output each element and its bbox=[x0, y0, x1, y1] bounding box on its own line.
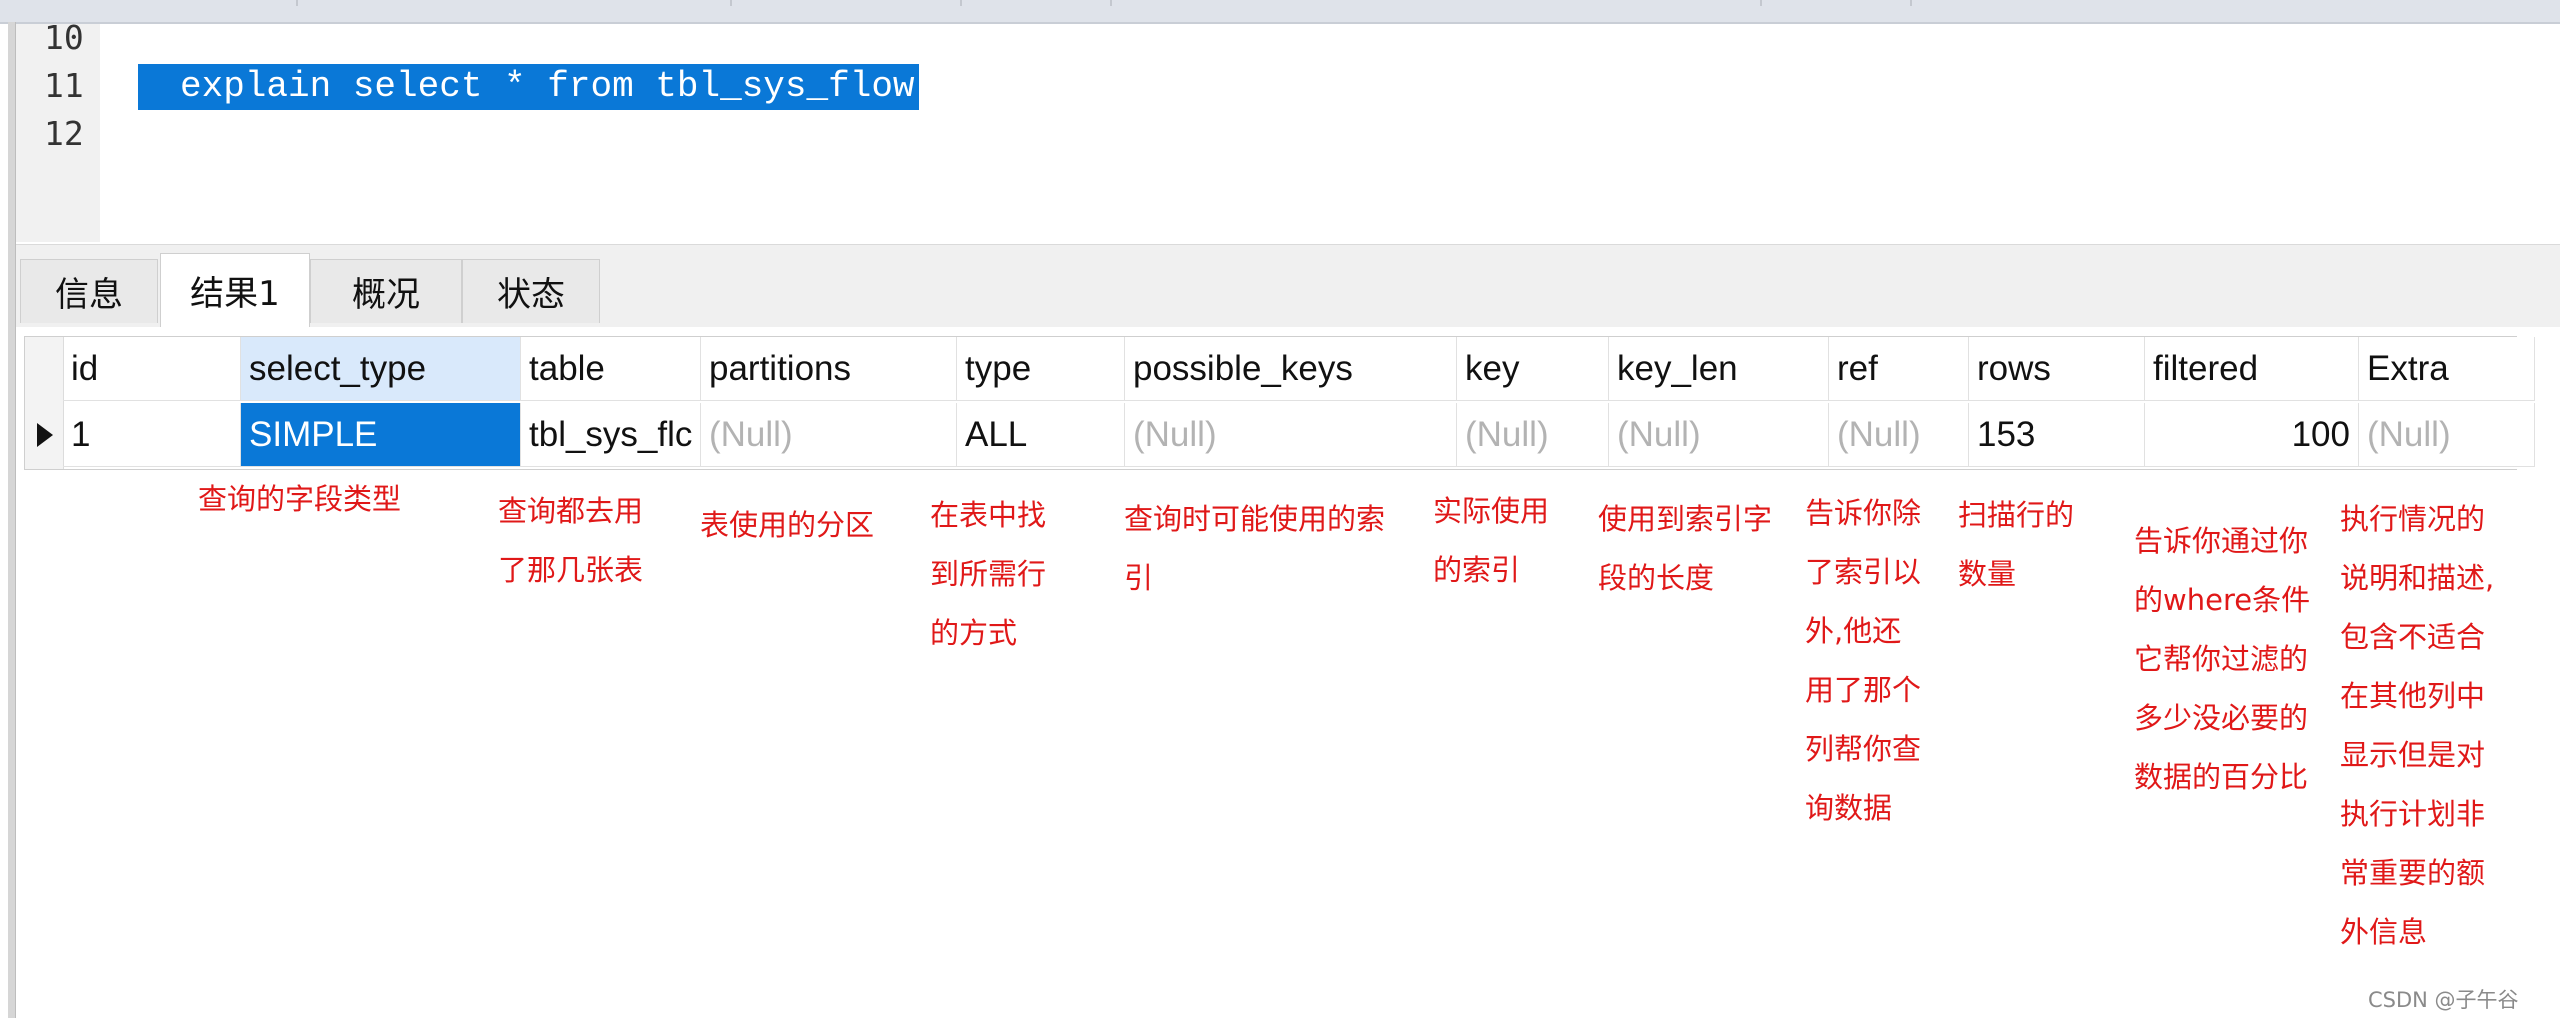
cell-possible-keys[interactable]: (Null) bbox=[1125, 403, 1457, 467]
column-header-select-type[interactable]: select_type bbox=[241, 337, 521, 401]
cell-partitions[interactable]: (Null) bbox=[701, 403, 957, 467]
line-number: 10 bbox=[44, 18, 84, 57]
column-header-key-len[interactable]: key_len bbox=[1609, 337, 1829, 401]
column-header-table[interactable]: table bbox=[521, 337, 701, 401]
annotation-type: 在表中找 到所需行 的方式 bbox=[930, 498, 1047, 650]
window-top-strip bbox=[0, 0, 2560, 24]
cell-select-type[interactable]: SIMPLE bbox=[241, 403, 521, 467]
row-indicator-column bbox=[25, 337, 64, 469]
top-divider bbox=[1110, 0, 1112, 6]
column-header-extra[interactable]: Extra bbox=[2359, 337, 2535, 401]
annotation-key: 实际使用 的索引 bbox=[1433, 494, 1550, 587]
top-divider bbox=[296, 0, 298, 6]
selected-sql-statement[interactable]: explain select * from tbl_sys_flow bbox=[138, 64, 919, 110]
cell-key[interactable]: (Null) bbox=[1457, 403, 1609, 467]
annotation-filtered: 告诉你通过你 的where条件 它帮你过滤的 多少没必要的 数据的百分比 bbox=[2134, 524, 2311, 794]
column-header-key[interactable]: key bbox=[1457, 337, 1609, 401]
line-number: 12 bbox=[44, 114, 84, 153]
cell-type[interactable]: ALL bbox=[957, 403, 1125, 467]
top-divider bbox=[1760, 0, 1762, 6]
cell-id[interactable]: 1 bbox=[63, 403, 241, 467]
result-grid[interactable]: id select_type table partitions type pos… bbox=[24, 336, 2535, 470]
column-header-possible-keys[interactable]: possible_keys bbox=[1125, 337, 1457, 401]
annotation-ref: 告诉你除 了索引以 外,他还 用了那个 列帮你查 询数据 bbox=[1805, 496, 1922, 825]
cell-rows[interactable]: 153 bbox=[1969, 403, 2145, 467]
annotation-partitions: 表使用的分区 bbox=[700, 508, 875, 542]
column-header-id[interactable]: id bbox=[63, 337, 241, 401]
line-number: 11 bbox=[44, 66, 84, 105]
window-left-border bbox=[8, 22, 16, 1018]
tab-result-1[interactable]: 结果1 bbox=[160, 253, 310, 327]
sql-editor[interactable]: 10 11 12 explain select * from tbl_sys_f… bbox=[16, 18, 2560, 242]
csdn-watermark: CSDN @子午谷 bbox=[2368, 988, 2519, 1012]
cell-table[interactable]: tbl_sys_flc bbox=[521, 403, 701, 467]
column-header-ref[interactable]: ref bbox=[1829, 337, 1969, 401]
column-header-filtered[interactable]: filtered bbox=[2145, 337, 2359, 401]
column-header-rows[interactable]: rows bbox=[1969, 337, 2145, 401]
annotation-possible-keys: 查询时可能使用的索 引 bbox=[1124, 502, 1386, 595]
result-tab-bar: 信息 结果1 概况 状态 bbox=[16, 244, 2560, 327]
tab-status[interactable]: 状态 bbox=[462, 259, 600, 323]
cell-extra[interactable]: (Null) bbox=[2359, 403, 2535, 467]
tab-info[interactable]: 信息 bbox=[20, 259, 158, 323]
line-number-gutter: 10 11 12 bbox=[16, 18, 100, 242]
column-header-type[interactable]: type bbox=[957, 337, 1125, 401]
cell-filtered[interactable]: 100 bbox=[2145, 403, 2359, 467]
annotation-extra: 执行情况的 说明和描述, 包含不适合 在其他列中 显示但是对 执行计划非 常重要… bbox=[2340, 502, 2495, 949]
cell-key-len[interactable]: (Null) bbox=[1609, 403, 1829, 467]
tab-overview[interactable]: 概况 bbox=[310, 259, 462, 323]
annotation-select-type: 查询的字段类型 bbox=[198, 482, 402, 516]
top-divider bbox=[730, 0, 732, 6]
annotation-rows: 扫描行的 数量 bbox=[1958, 498, 2075, 591]
top-divider bbox=[960, 0, 962, 6]
annotation-table: 查询都去用 了那几张表 bbox=[498, 494, 644, 587]
annotation-key-len: 使用到索引字 段的长度 bbox=[1598, 502, 1773, 595]
current-row-arrow-icon bbox=[37, 423, 53, 447]
cell-ref[interactable]: (Null) bbox=[1829, 403, 1969, 467]
top-divider bbox=[1910, 0, 1912, 6]
column-header-partitions[interactable]: partitions bbox=[701, 337, 957, 401]
